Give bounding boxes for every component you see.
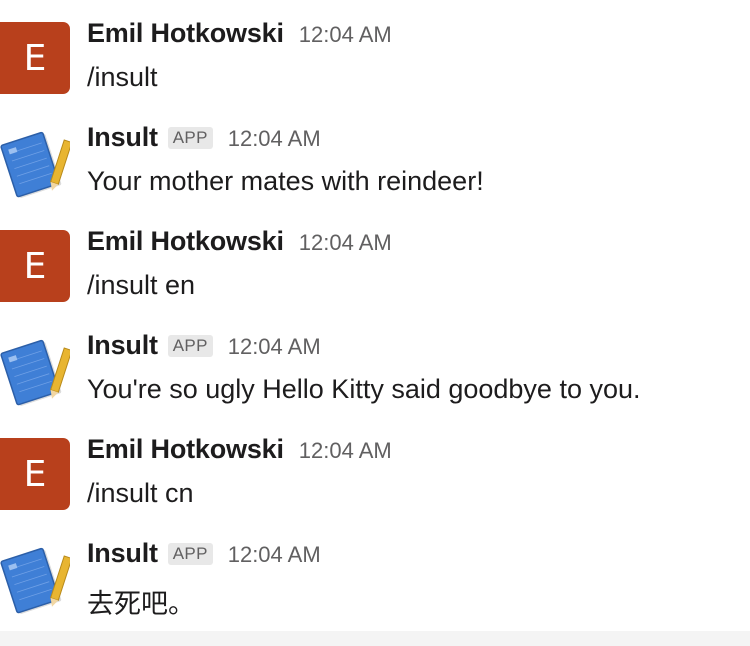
message-text: You're so ugly Hello Kitty said goodbye … — [87, 374, 641, 404]
notebook-pencil-icon[interactable] — [0, 334, 73, 406]
message-header: Insult APP 12:04 AM — [87, 330, 321, 361]
composer-divider — [0, 631, 750, 646]
message-row: E Emil Hotkowski 12:04 AM /insult — [0, 0, 750, 104]
timestamp[interactable]: 12:04 AM — [299, 22, 392, 48]
message-row: Insult APP 12:04 AM Your mother mates wi… — [0, 104, 750, 208]
sender-name[interactable]: Insult — [87, 538, 158, 569]
sender-name[interactable]: Insult — [87, 122, 158, 153]
message-row: E Emil Hotkowski 12:04 AM /insult en — [0, 208, 750, 312]
message-header: Insult APP 12:04 AM — [87, 122, 321, 153]
sender-name[interactable]: Insult — [87, 330, 158, 361]
message-row: E Emil Hotkowski 12:04 AM /insult cn — [0, 416, 750, 520]
message-row: Insult APP 12:04 AM You're so ugly Hello… — [0, 312, 750, 416]
message-text: 去死吧。 — [87, 589, 195, 620]
app-badge: APP — [167, 543, 213, 565]
message-header: Insult APP 12:04 AM — [87, 538, 321, 569]
app-badge: APP — [167, 335, 213, 357]
timestamp[interactable]: 12:04 AM — [228, 334, 321, 360]
user-avatar[interactable]: E — [0, 22, 70, 94]
message-header: Emil Hotkowski 12:04 AM — [87, 226, 392, 257]
notebook-pencil-icon[interactable] — [0, 542, 73, 614]
message-text: /insult en — [87, 270, 196, 300]
message-text: /insult — [87, 62, 158, 92]
sender-name[interactable]: Emil Hotkowski — [87, 434, 284, 465]
sender-name[interactable]: Emil Hotkowski — [87, 226, 284, 257]
user-avatar[interactable]: E — [0, 438, 70, 510]
message-row: Insult APP 12:04 AM 去死吧。 — [0, 520, 750, 624]
timestamp[interactable]: 12:04 AM — [299, 230, 392, 256]
message-text: /insult cn — [87, 478, 194, 508]
message-header: Emil Hotkowski 12:04 AM — [87, 434, 392, 465]
app-badge: APP — [167, 127, 213, 149]
timestamp[interactable]: 12:04 AM — [228, 542, 321, 568]
message-text: Your mother mates with reindeer! — [87, 166, 484, 196]
user-avatar[interactable]: E — [0, 230, 70, 302]
timestamp[interactable]: 12:04 AM — [299, 438, 392, 464]
message-header: Emil Hotkowski 12:04 AM — [87, 18, 392, 49]
notebook-pencil-icon[interactable] — [0, 126, 73, 198]
timestamp[interactable]: 12:04 AM — [228, 126, 321, 152]
sender-name[interactable]: Emil Hotkowski — [87, 18, 284, 49]
